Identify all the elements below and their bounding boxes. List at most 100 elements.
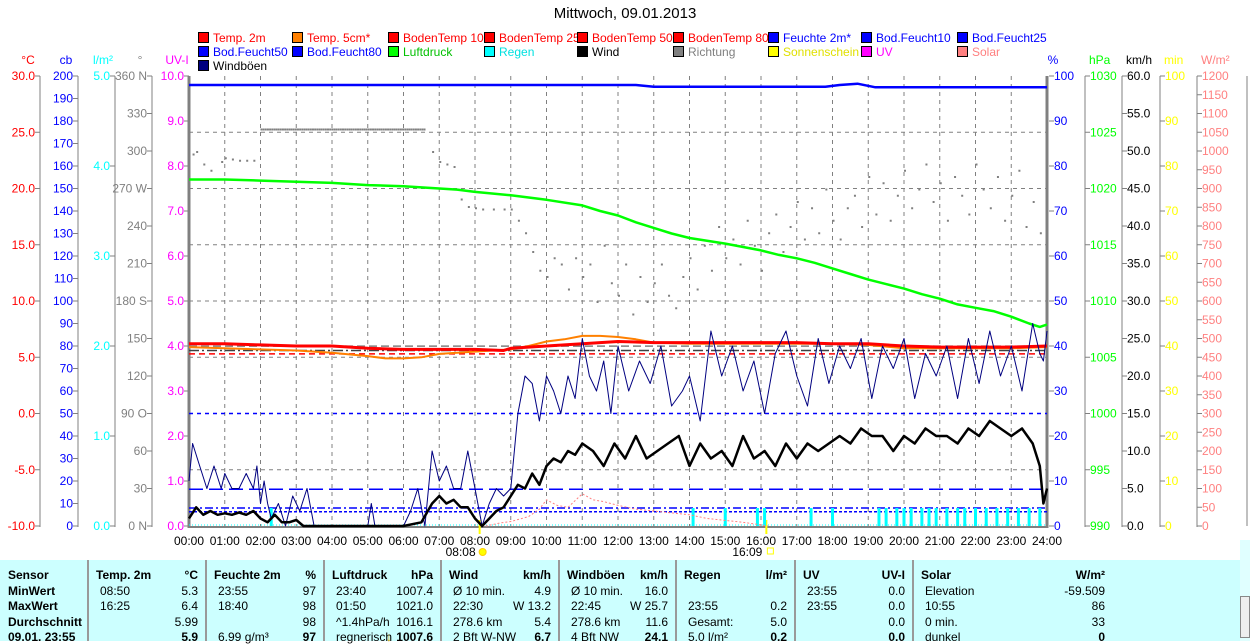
axis-tick-label: 10 — [1165, 474, 1179, 488]
axis-tick-label: 45.0 — [1127, 182, 1151, 196]
wind-direction-dot — [271, 128, 274, 131]
wind-direction-dot — [374, 128, 377, 131]
axis-tick-label: 50 — [60, 407, 74, 421]
axis-tick-label: 130 — [53, 227, 73, 241]
table-cell: 11.6 — [645, 615, 668, 629]
axis-tick-label: 80 — [1054, 159, 1068, 173]
wind-direction-dot — [337, 128, 340, 131]
axis-tick-label: 1.0 — [167, 474, 184, 488]
wind-direction-dot — [346, 128, 349, 131]
wind-direction-dot — [861, 226, 864, 228]
axis-tick-label: 270 W — [112, 182, 147, 196]
wind-direction-dot — [266, 128, 269, 131]
wind-direction-dot — [339, 128, 342, 131]
axis-tick-label: 3.0 — [93, 249, 110, 263]
table-cell: Regen — [684, 568, 721, 582]
wind-direction-dot — [503, 208, 506, 211]
rain-bar — [755, 508, 759, 526]
axis-tick-label: 800 — [1202, 219, 1222, 233]
axis-tick-label: 0 — [66, 519, 73, 533]
wind-direction-dot — [911, 207, 914, 210]
wind-direction-dot — [331, 128, 334, 131]
x-tick-label: 00:00 — [174, 534, 204, 548]
x-tick-label: 20:00 — [889, 534, 919, 548]
wind-direction-dot — [224, 157, 227, 160]
axis-tick-label: 350 — [1202, 388, 1222, 402]
wind-direction-dot — [269, 128, 272, 131]
arrow-down-icon: ↓ — [386, 630, 392, 644]
wind-direction-dot — [532, 251, 535, 253]
wind-direction-dot — [739, 263, 742, 266]
table-cell: 5.9 — [181, 630, 198, 644]
axis-tick-label: 120 — [127, 369, 147, 383]
axis-tick-label: 5.0 — [167, 294, 184, 308]
axis-tick-label: 5.0 — [18, 350, 35, 364]
axis-tick-label: 1.0 — [93, 429, 110, 443]
table-cell: 24.1 — [644, 630, 668, 644]
wind-direction-dot — [492, 208, 495, 211]
axis-tick-label: 700 — [1202, 257, 1222, 271]
wind-direction-dot — [517, 219, 520, 222]
wind-direction-dot — [746, 219, 749, 222]
rain-bar — [1016, 508, 1020, 526]
wind-direction-dot — [404, 128, 407, 131]
wind-direction-dot — [682, 276, 685, 278]
axis-tick-label: 950 — [1202, 163, 1222, 177]
axis-tick-label: 140 — [53, 204, 73, 218]
wind-direction-dot — [882, 182, 885, 185]
table-cell: 0.0 — [888, 630, 905, 644]
wind-direction-dot — [875, 213, 878, 216]
wind-direction-dot — [853, 194, 856, 197]
wind-direction-dot — [553, 257, 556, 260]
axis-unit-label: l/m² — [93, 53, 113, 67]
x-tick-label: 10:00 — [531, 534, 561, 548]
axis-tick-label: 1050 — [1202, 125, 1229, 139]
axis-tick-label: 100 — [1165, 69, 1185, 83]
axis-tick-label: 100 — [1202, 482, 1222, 496]
axis-tick-label: 360 N — [115, 69, 147, 83]
wind-direction-dot — [668, 294, 671, 297]
x-tick-label: 02:00 — [245, 534, 275, 548]
axis-tick-label: 15.0 — [1127, 407, 1151, 421]
wind-direction-dot — [363, 128, 366, 131]
sunrise-label: 08:08 — [446, 545, 476, 559]
axis-tick-label: 210 — [127, 257, 147, 271]
wind-direction-dot — [210, 169, 213, 172]
wind-direction-dot — [402, 128, 405, 131]
wind-direction-dot — [639, 276, 642, 278]
x-tick-label: 19:00 — [853, 534, 883, 548]
scrollbar[interactable] — [1240, 540, 1250, 641]
axis-tick-label: 500 — [1202, 332, 1222, 346]
axis-tick-label: 40 — [1054, 339, 1068, 353]
wind-direction-dot — [284, 128, 287, 131]
wind-direction-dot — [380, 128, 383, 131]
wind-direction-dot — [1011, 194, 1014, 197]
wind-direction-dot — [367, 128, 370, 131]
wind-direction-dot — [475, 207, 477, 210]
axis-tick-label: 40 — [1165, 339, 1179, 353]
wind-direction-dot — [294, 128, 297, 131]
wind-direction-dot — [314, 128, 317, 131]
axis-tick-label: 1015 — [1090, 238, 1117, 252]
scrollbar-thumb[interactable] — [1240, 596, 1250, 638]
wind-direction-dot — [301, 128, 304, 131]
axis-tick-label: 0.0 — [1127, 519, 1144, 533]
rain-bar — [1006, 508, 1010, 526]
x-tick-label: 12:00 — [603, 534, 633, 548]
table-cell: 16.0 — [644, 584, 668, 598]
rain-bar — [902, 508, 906, 526]
axis-unit-label: % — [1048, 53, 1059, 67]
wind-direction-dot — [768, 232, 771, 235]
wind-direction-dot — [296, 128, 299, 131]
wind-direction-dot — [384, 128, 387, 131]
x-tick-label: 14:00 — [674, 534, 704, 548]
wind-direction-dot — [646, 301, 649, 303]
wind-direction-dot — [406, 128, 409, 131]
table-cell: hPa — [410, 568, 433, 582]
wind-direction-dot — [467, 206, 470, 208]
wind-direction-dot — [196, 151, 199, 153]
axis-tick-label: 40 — [60, 429, 74, 443]
table-cell: Wind — [449, 568, 479, 582]
axis-tick-label: 150 — [1202, 463, 1222, 477]
rain-bar — [934, 508, 938, 526]
